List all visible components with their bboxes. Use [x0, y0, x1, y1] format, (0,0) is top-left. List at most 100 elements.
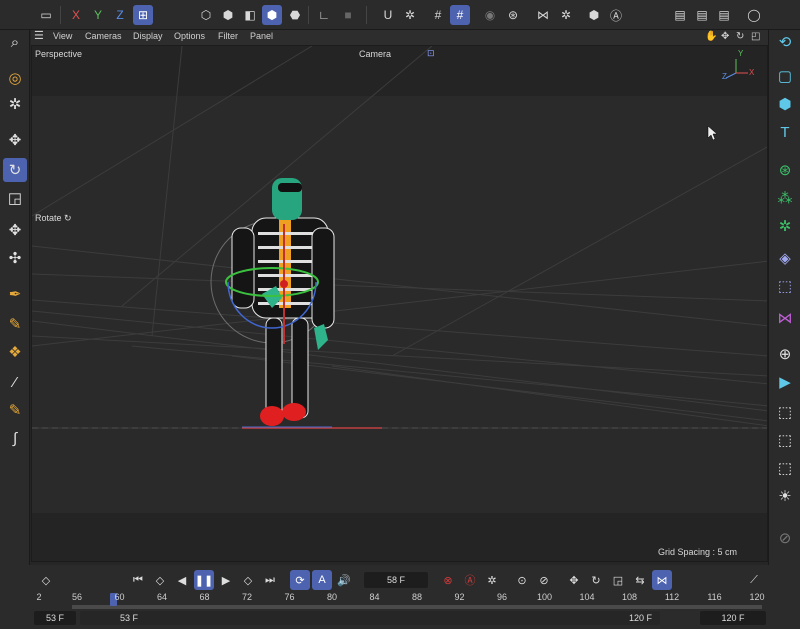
viewport[interactable]: Perspective Camera ⊡ Y Z X Rotate ↻ Grid… [31, 45, 768, 562]
move-tool-icon[interactable]: ✥ [3, 128, 27, 152]
gizmo-y-label: Y [738, 49, 744, 58]
text-icon[interactable]: T [773, 120, 797, 144]
render-region-icon[interactable]: ▤ [670, 5, 690, 25]
transform-tool-icon[interactable]: ✥ [3, 218, 27, 242]
edges-mode-icon[interactable]: ⬢ [218, 5, 238, 25]
active-camera-label[interactable]: Camera [359, 49, 391, 59]
menu-display[interactable]: Display [133, 31, 163, 41]
record-button[interactable]: ⊗ [438, 570, 458, 590]
key-rotate-icon[interactable]: ↻ [586, 570, 606, 590]
camera-rig-icon[interactable]: ⬚ [773, 456, 797, 480]
go-to-end-button[interactable]: ⏭ [260, 570, 280, 590]
playback-mode-button[interactable]: A [312, 570, 332, 590]
search-icon[interactable]: ⌕ [3, 30, 27, 54]
camera-link-icon[interactable]: ⊡ [427, 48, 435, 59]
camera-icon[interactable]: ⟲ [773, 30, 797, 54]
timeline-track[interactable] [72, 605, 762, 609]
brush-icon[interactable]: ⁄ [3, 370, 27, 394]
null-object-icon[interactable]: ▢ [773, 64, 797, 88]
coordinate-system-button[interactable]: ⊞ [133, 5, 153, 25]
lock-x-axis-button[interactable]: X [66, 5, 86, 25]
render-settings-icon[interactable]: ⊛ [503, 5, 523, 25]
render-clip-icon[interactable]: ▶ [773, 370, 797, 394]
stage-camera-icon[interactable]: ⬚ [773, 428, 797, 452]
select-cursor-icon[interactable]: ◎ [3, 66, 27, 90]
light-icon[interactable]: ☀ [773, 484, 797, 508]
rotate-tool-icon[interactable]: ↻ [3, 158, 27, 182]
field-icon[interactable]: ⋈ [773, 306, 797, 330]
scale-tool-icon[interactable]: ◲ [3, 186, 27, 210]
points-mode-icon[interactable]: ⬡ [196, 5, 216, 25]
current-frame-field[interactable]: 58 F [364, 572, 428, 588]
axis-mode-icon[interactable]: ∟ [314, 5, 334, 25]
spline-pen-icon[interactable]: ✒ [3, 282, 27, 306]
generator-icon[interactable]: ❖ [3, 340, 27, 364]
autokey-button[interactable]: Ⓐ [460, 570, 480, 590]
previous-key-button[interactable]: ◇ [150, 570, 170, 590]
sound-icon[interactable]: 🔊 [334, 570, 354, 590]
render-view-icon[interactable]: ◉ [480, 5, 500, 25]
preview-range-bar[interactable]: 53 F 120 F [80, 611, 660, 625]
keyframe-diamond-icon[interactable]: ◇ [36, 570, 56, 590]
start-frame-field[interactable]: 53 F [34, 611, 76, 625]
cube-icon[interactable]: ⬢ [584, 5, 604, 25]
go-to-start-button[interactable]: ⏮ [128, 570, 148, 590]
ruler-tick-label: 76 [284, 592, 295, 602]
move-view-icon[interactable]: ✥ [721, 31, 729, 42]
menu-cameras[interactable]: Cameras [85, 31, 122, 41]
cloner-icon[interactable]: ⁂ [773, 186, 797, 210]
render-active-icon[interactable]: ▤ [692, 5, 712, 25]
magnet-snap-icon[interactable]: U [378, 5, 398, 25]
key-rotation-icon[interactable]: ⊘ [534, 570, 554, 590]
play-pause-button[interactable]: ❚❚ [194, 570, 214, 590]
key-position-icon[interactable]: ⊙ [512, 570, 532, 590]
snap-settings-icon[interactable]: ✲ [400, 5, 420, 25]
subdivision-icon[interactable]: ⊛ [773, 158, 797, 182]
next-frame-button[interactable]: ▶ [216, 570, 236, 590]
grid-snap-icon[interactable]: # [428, 5, 448, 25]
environment-icon[interactable]: ⊕ [773, 342, 797, 366]
spline-tool-icon[interactable]: ∫ [3, 426, 27, 450]
symmetry-icon[interactable]: ⋈ [533, 5, 553, 25]
maximize-view-icon[interactable]: ◰ [751, 31, 760, 42]
axis-transform-icon[interactable]: ✣ [3, 246, 27, 270]
layout-icon[interactable]: ▭ [36, 5, 56, 25]
polygons-mode-icon[interactable]: ◧ [240, 5, 260, 25]
orbit-view-icon[interactable]: ↻ [736, 31, 744, 42]
model-mode-icon[interactable]: ⬢ [262, 5, 282, 25]
previous-frame-button[interactable]: ◀ [172, 570, 192, 590]
key-param-icon[interactable]: ⇆ [630, 570, 650, 590]
animate-icon[interactable]: Ⓐ [606, 5, 626, 25]
lock-z-axis-button[interactable]: Z [110, 5, 130, 25]
menu-options[interactable]: Options [174, 31, 205, 41]
knife-icon[interactable]: ✎ [3, 398, 27, 422]
edit-render-settings-icon[interactable]: ▤ [714, 5, 734, 25]
workplane-icon[interactable]: # [450, 5, 470, 25]
menu-filter[interactable]: Filter [218, 31, 238, 41]
cube-primitive-icon[interactable]: ⬢ [773, 92, 797, 116]
pan-icon[interactable]: ✋ [705, 31, 717, 42]
symmetry-settings-icon[interactable]: ✲ [556, 5, 576, 25]
next-key-button[interactable]: ◇ [238, 570, 258, 590]
end-frame-field[interactable]: 120 F [700, 611, 766, 625]
key-move-icon[interactable]: ✥ [564, 570, 584, 590]
keyframe-selection-button[interactable]: ✲ [482, 570, 502, 590]
uv-mode-icon[interactable]: ⬣ [285, 5, 305, 25]
menu-view[interactable]: View [53, 31, 72, 41]
key-scale-icon[interactable]: ◲ [608, 570, 628, 590]
loop-button[interactable]: ⟳ [290, 570, 310, 590]
selection-settings-icon[interactable]: ✲ [3, 92, 27, 116]
key-pla-icon[interactable]: ⋈ [652, 570, 672, 590]
sketch-pen-icon[interactable]: ✎ [3, 312, 27, 336]
sky-icon[interactable]: ◯ [744, 5, 764, 25]
menu-panel[interactable]: Panel [250, 31, 273, 41]
lock-y-axis-button[interactable]: Y [88, 5, 108, 25]
deformer-icon[interactable]: ◈ [773, 246, 797, 270]
fcurve-icon[interactable]: ⟋ [744, 570, 764, 590]
solo-icon[interactable]: ■ [338, 5, 358, 25]
tag-icon[interactable]: ⊘ [773, 526, 797, 550]
generator-settings-icon[interactable]: ✲ [773, 214, 797, 238]
hamburger-menu-icon[interactable]: ☰ [34, 29, 44, 42]
camera-object-icon[interactable]: ⬚ [773, 400, 797, 424]
deformer-box-icon[interactable]: ⬚ [773, 274, 797, 298]
